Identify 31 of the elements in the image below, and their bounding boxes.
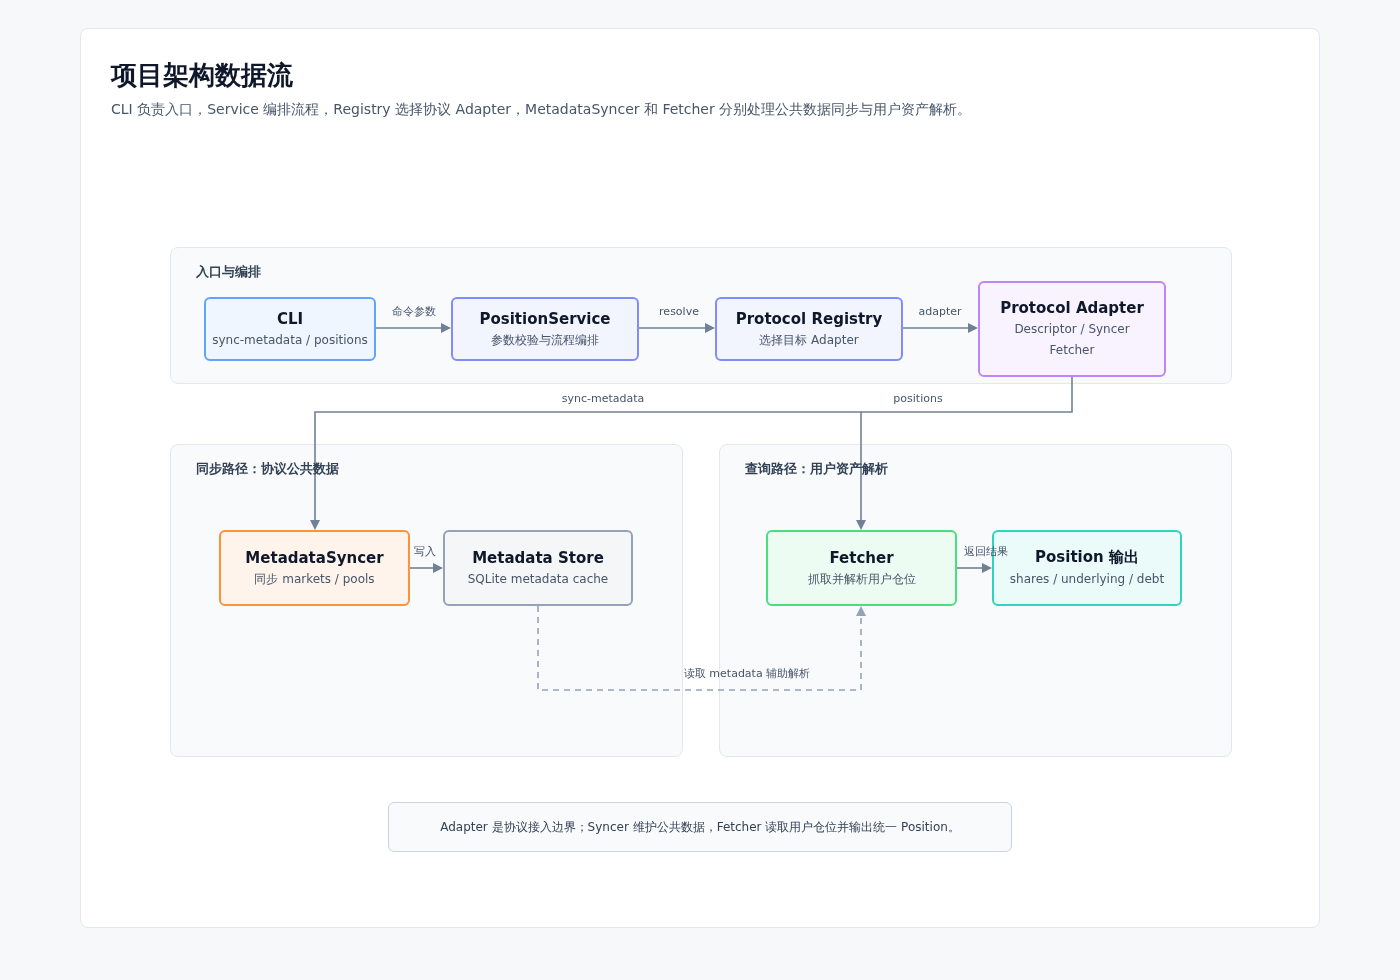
node-description: 选择目标 Adapter — [759, 331, 859, 349]
edge-label: resolve — [659, 305, 699, 319]
node-description: sync-metadata / positions — [212, 331, 368, 349]
node-title: Protocol Registry — [735, 309, 883, 328]
node-description: SQLite metadata cache — [467, 570, 609, 588]
edge-label: adapter — [918, 305, 962, 319]
node-description: 参数校验与流程编排 — [491, 331, 599, 349]
group-label: 查询路径：用户资产解析 — [745, 460, 888, 478]
edge-label: 读取 metadata 辅助解析 — [683, 667, 811, 681]
connector-arrow — [956, 563, 992, 573]
node-title: PositionService — [479, 309, 611, 328]
page-title: 项目架构数据流 — [111, 59, 294, 92]
summary-note: Adapter 是协议接入边界；Syncer 维护公共数据，Fetcher 读取用户仓位并输出统一 Position。 — [388, 802, 1012, 852]
node-title: Fetcher — [829, 548, 894, 567]
node-title: CLI — [276, 309, 304, 328]
node-description: 抓取并解析用户仓位 — [807, 570, 916, 588]
node-title: Metadata Store — [472, 548, 604, 567]
edge-label: sync-metadata — [561, 392, 645, 406]
node-title: MetadataSyncer — [245, 548, 384, 567]
group-label: 入口与编排 — [196, 263, 261, 281]
edge-label: 写入 — [414, 545, 436, 559]
page-subtitle: CLI 负责入口，Service 编排流程，Registry 选择协议 Adapter，MetadataSyncer 和 Fetcher 分别处理公共数据同步与用户资产解析。 — [111, 100, 973, 119]
connector-arrow — [409, 563, 443, 573]
node-title: Position 输出 — [1035, 548, 1139, 567]
node-description: Fetcher — [1049, 342, 1095, 359]
node-description: 同步 markets / pools — [254, 570, 375, 588]
edge-label: 命令参数 — [392, 305, 436, 319]
node-description: shares / underlying / debt — [1009, 571, 1165, 588]
node-title: Protocol Adapter — [1000, 299, 1144, 317]
node-description: Descriptor / Syncer — [1014, 321, 1130, 338]
edge-label: positions — [893, 392, 943, 406]
